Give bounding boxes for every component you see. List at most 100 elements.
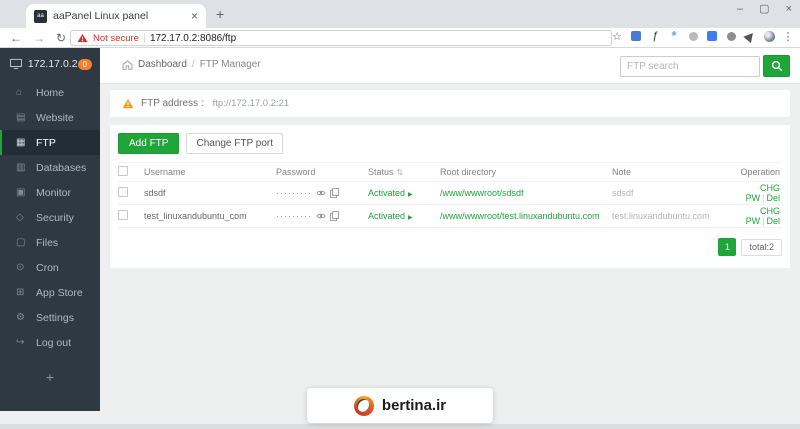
sidebar-item-home[interactable]: ⌂ Home	[0, 80, 100, 105]
new-tab-button[interactable]: +	[216, 6, 224, 22]
sidebar-item-app-store[interactable]: ⊞ App Store	[0, 280, 100, 305]
tab-close-icon[interactable]: ×	[191, 9, 198, 23]
ftp-search-input[interactable]	[620, 55, 760, 77]
sidebar-item-label: Settings	[36, 311, 74, 324]
sidebar-item-label: Cron	[36, 261, 59, 274]
header-operation: Operation	[740, 167, 780, 177]
ftp-row: test_linuxandubuntu_com ········· Activa…	[118, 205, 782, 228]
show-password-eye-icon[interactable]	[316, 212, 326, 220]
search-button[interactable]	[763, 55, 790, 77]
sidebar-item-security[interactable]: ◇ Security	[0, 205, 100, 230]
reload-icon[interactable]: ↻	[56, 31, 66, 45]
dashboard-home-icon	[122, 59, 133, 70]
sidebar-item-label: Security	[36, 211, 74, 224]
breadcrumb-dashboard-link[interactable]: Dashboard	[138, 59, 187, 70]
root-directory-link[interactable]: /www/wwwroot/test.linuxandubuntu.com	[440, 211, 600, 221]
breadcrumb-current: FTP Manager	[199, 59, 261, 70]
delete-link[interactable]: Del	[766, 216, 780, 226]
ftp-username: test_linuxandubuntu_com	[144, 211, 247, 221]
breadcrumb-separator: /	[191, 59, 195, 70]
copy-password-icon[interactable]	[330, 188, 339, 198]
files-icon: ▢	[16, 237, 26, 248]
screen: aa aaPanel Linux panel × + – ▢ × ← → ↻ N…	[0, 0, 800, 429]
status-play-icon: ▶	[408, 192, 413, 198]
browser-menu-icon[interactable]: ⋮	[782, 30, 794, 43]
cron-clock-icon: ⊙	[16, 262, 25, 273]
page-1-button[interactable]: 1	[718, 238, 737, 256]
ftp-password-masked: ·········	[276, 211, 312, 221]
sidebar-item-website[interactable]: ▤ Website	[0, 105, 100, 130]
watermark-text: bertina.ir	[381, 397, 447, 414]
extension-icon-7[interactable]	[743, 29, 757, 43]
sidebar: 172.17.0.2 0 ⌂ Home ▤ Website ▦ FTP ▥ Da…	[0, 48, 100, 411]
ftp-manager-card: Add FTP Change FTP port Username Passwor…	[110, 125, 790, 268]
sidebar-server-header: 172.17.0.2 0	[0, 48, 100, 80]
address-bar[interactable]: Not secure 172.17.0.2:8086/ftp	[70, 30, 612, 46]
sidebar-item-log-out[interactable]: ↪ Log out	[0, 330, 100, 355]
window-restore-button[interactable]: ▢	[759, 2, 769, 16]
sidebar-item-label: Databases	[36, 161, 87, 174]
header-password: Password	[276, 167, 316, 177]
message-count-badge[interactable]: 0	[77, 58, 92, 70]
header-note: Note	[612, 167, 632, 177]
sidebar-item-cron[interactable]: ⊙ Cron	[0, 255, 100, 280]
header-root-directory: Root directory	[440, 167, 497, 177]
sidebar-item-monitor[interactable]: ▣ Monitor	[0, 180, 100, 205]
sidebar-item-label: Website	[36, 111, 74, 124]
show-password-eye-icon[interactable]	[316, 189, 326, 197]
extension-icon-5[interactable]	[706, 30, 718, 42]
extension-icon-6[interactable]	[725, 30, 737, 42]
server-monitor-icon	[10, 58, 22, 69]
root-directory-link[interactable]: /www/wwwroot/sdsdf	[440, 188, 524, 198]
extension-icon-3[interactable]: *	[668, 29, 680, 42]
toolbar: Add FTP Change FTP port	[118, 133, 782, 154]
add-ftp-button[interactable]: Add FTP	[118, 133, 180, 154]
status-play-icon: ▶	[408, 215, 413, 221]
extension-icon-1[interactable]	[630, 30, 642, 42]
extension-icon-2[interactable]: ƒ	[649, 30, 661, 42]
sidebar-add-button[interactable]: +	[0, 369, 100, 385]
monitor-icon: ▣	[16, 187, 26, 198]
profile-avatar-icon[interactable]	[763, 30, 775, 42]
tab-favicon-icon: aa	[34, 9, 47, 23]
ftp-status[interactable]: Activated ▶	[368, 188, 440, 198]
breadcrumb: Dashboard / FTP Manager	[122, 59, 261, 70]
server-ip: 172.17.0.2	[27, 58, 78, 70]
sidebar-item-label: Monitor	[36, 186, 72, 199]
search-icon	[771, 60, 782, 72]
ftp-status[interactable]: Activated ▶	[368, 211, 440, 221]
security-status: Not secure	[93, 32, 139, 44]
sidebar-item-ftp[interactable]: ▦ FTP	[0, 130, 100, 155]
databases-icon: ▥	[16, 162, 26, 173]
divider	[143, 33, 145, 43]
topbar: Dashboard / FTP Manager	[100, 48, 800, 84]
change-ftp-port-button[interactable]: Change FTP port	[186, 133, 283, 154]
sort-icon[interactable]: ⇅	[397, 168, 404, 177]
sidebar-item-databases[interactable]: ▥ Databases	[0, 155, 100, 180]
browser-tab[interactable]: aa aaPanel Linux panel ×	[26, 4, 206, 28]
ftp-icon: ▦	[16, 137, 26, 148]
sidebar-item-label: Home	[36, 86, 65, 99]
extension-icon-4[interactable]	[687, 30, 699, 42]
select-all-checkbox[interactable]	[118, 166, 128, 176]
pagination: 1 total:2	[118, 228, 782, 260]
header-username: Username	[144, 167, 186, 177]
bookmark-star-icon[interactable]: ☆	[611, 30, 623, 43]
back-icon[interactable]: ←	[10, 31, 22, 45]
sidebar-item-label: Log out	[36, 336, 72, 349]
row-checkbox[interactable]	[118, 210, 128, 220]
sidebar-item-files[interactable]: ▢ Files	[0, 230, 100, 255]
row-checkbox[interactable]	[118, 187, 128, 197]
window-minimize-button[interactable]: –	[737, 2, 743, 16]
window-close-button[interactable]: ×	[786, 2, 792, 16]
ftp-password-masked: ·········	[276, 188, 312, 198]
copy-password-icon[interactable]	[330, 211, 339, 221]
ftp-username: sdsdf	[144, 188, 166, 198]
forward-icon[interactable]: →	[33, 31, 45, 45]
not-secure-warning-icon	[77, 33, 88, 43]
table-header-row: Username Password Status ⇅ Root directory…	[118, 162, 782, 182]
ftp-row: sdsdf ········· Activated ▶ /www/wwwroot/…	[118, 182, 782, 205]
delete-link[interactable]: Del	[766, 193, 780, 203]
sidebar-item-settings[interactable]: ⚙ Settings	[0, 305, 100, 330]
sidebar-item-label: App Store	[36, 286, 83, 299]
